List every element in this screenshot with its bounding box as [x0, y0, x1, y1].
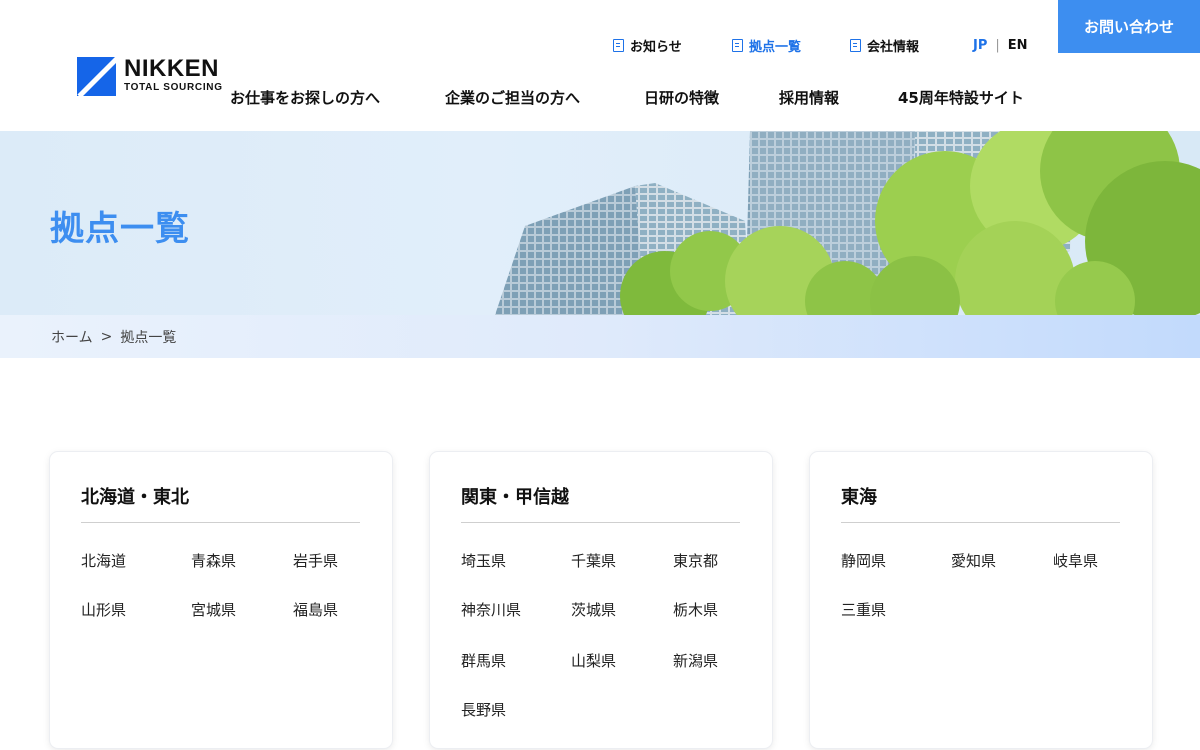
prefecture-link[interactable]: 栃木県: [673, 599, 718, 620]
region-title: 東海: [841, 487, 877, 508]
nav-companies[interactable]: 企業のご担当の方へ: [445, 87, 580, 107]
hero-buildings-trees-image: [495, 131, 1200, 315]
logo-text: NIKKEN TOTAL SOURCING: [124, 57, 223, 94]
prefecture-link[interactable]: 福島県: [293, 599, 338, 620]
document-icon: [613, 38, 624, 52]
prefecture-link[interactable]: 埼玉県: [461, 550, 506, 571]
logo-name: NIKKEN: [124, 55, 220, 82]
utility-link-company[interactable]: 会社情報: [850, 36, 920, 55]
prefecture-link[interactable]: 群馬県: [461, 650, 506, 671]
breadcrumb-current: 拠点一覧: [120, 329, 177, 346]
region-card-tokai: 東海 静岡県 愛知県 岐阜県 三重県: [810, 452, 1152, 748]
prefecture-link[interactable]: 神奈川県: [461, 599, 521, 620]
nikken-logo[interactable]: NIKKEN TOTAL SOURCING: [77, 57, 223, 96]
breadcrumb: ホーム > 拠点一覧: [0, 315, 1200, 358]
contact-button[interactable]: お問い合わせ: [1058, 0, 1200, 53]
divider: [81, 522, 360, 523]
prefecture-link[interactable]: 千葉県: [571, 550, 616, 571]
divider: [461, 522, 740, 523]
page-title: 拠点一覧: [50, 209, 190, 249]
breadcrumb-home-link[interactable]: ホーム: [51, 327, 93, 347]
lang-jp-link[interactable]: JP: [973, 38, 987, 53]
site-header: NIKKEN TOTAL SOURCING お知らせ 拠点一覧 会社情報 JP …: [0, 0, 1200, 131]
prefecture-link[interactable]: 静岡県: [841, 550, 886, 571]
utility-link-label: 拠点一覧: [749, 39, 802, 55]
nav-features[interactable]: 日研の特徴: [644, 87, 719, 107]
page-hero: 拠点一覧: [0, 131, 1200, 315]
prefecture-link[interactable]: 東京都: [673, 550, 718, 571]
utility-link-locations[interactable]: 拠点一覧: [732, 36, 802, 55]
prefecture-link[interactable]: 宮城県: [191, 599, 236, 620]
lang-separator: |: [995, 37, 1000, 53]
utility-link-label: 会社情報: [867, 39, 920, 55]
utility-link-news[interactable]: お知らせ: [613, 36, 682, 55]
region-card-hokkaido-tohoku: 北海道・東北 北海道 青森県 岩手県 山形県 宮城県 福島県: [50, 452, 392, 748]
prefecture-link[interactable]: 山梨県: [571, 650, 616, 671]
building-icon: [732, 38, 743, 52]
prefecture-link[interactable]: 青森県: [191, 550, 236, 571]
nav-job-seekers[interactable]: お仕事をお探しの方へ: [230, 87, 380, 107]
language-switcher: JP | EN: [973, 36, 1028, 54]
region-card-kanto-koshinetsu: 関東・甲信越 埼玉県 千葉県 東京都 神奈川県 茨城県 栃木県 群馬県 山梨県 …: [430, 452, 772, 748]
logo-subtitle: TOTAL SOURCING: [124, 82, 223, 93]
divider: [841, 522, 1120, 523]
lang-en-link[interactable]: EN: [1008, 38, 1028, 53]
prefecture-link[interactable]: 愛知県: [951, 550, 996, 571]
prefecture-link[interactable]: 茨城県: [571, 599, 616, 620]
prefecture-link[interactable]: 岐阜県: [1053, 550, 1098, 571]
nav-recruit[interactable]: 採用情報: [779, 87, 839, 107]
prefecture-link[interactable]: 新潟県: [673, 650, 718, 671]
utility-link-label: お知らせ: [630, 39, 682, 55]
prefecture-link[interactable]: 岩手県: [293, 550, 338, 571]
prefecture-link[interactable]: 三重県: [841, 599, 886, 620]
prefecture-link[interactable]: 山形県: [81, 599, 126, 620]
logo-mark-icon: [77, 57, 116, 96]
nav-45th-anniversary[interactable]: 45周年特設サイト: [898, 87, 1024, 107]
region-title: 北海道・東北: [81, 487, 189, 508]
document-icon: [850, 38, 861, 52]
region-title: 関東・甲信越: [461, 487, 569, 508]
prefecture-link[interactable]: 北海道: [81, 550, 126, 571]
breadcrumb-separator: >: [100, 328, 113, 345]
prefecture-link[interactable]: 長野県: [461, 699, 506, 720]
